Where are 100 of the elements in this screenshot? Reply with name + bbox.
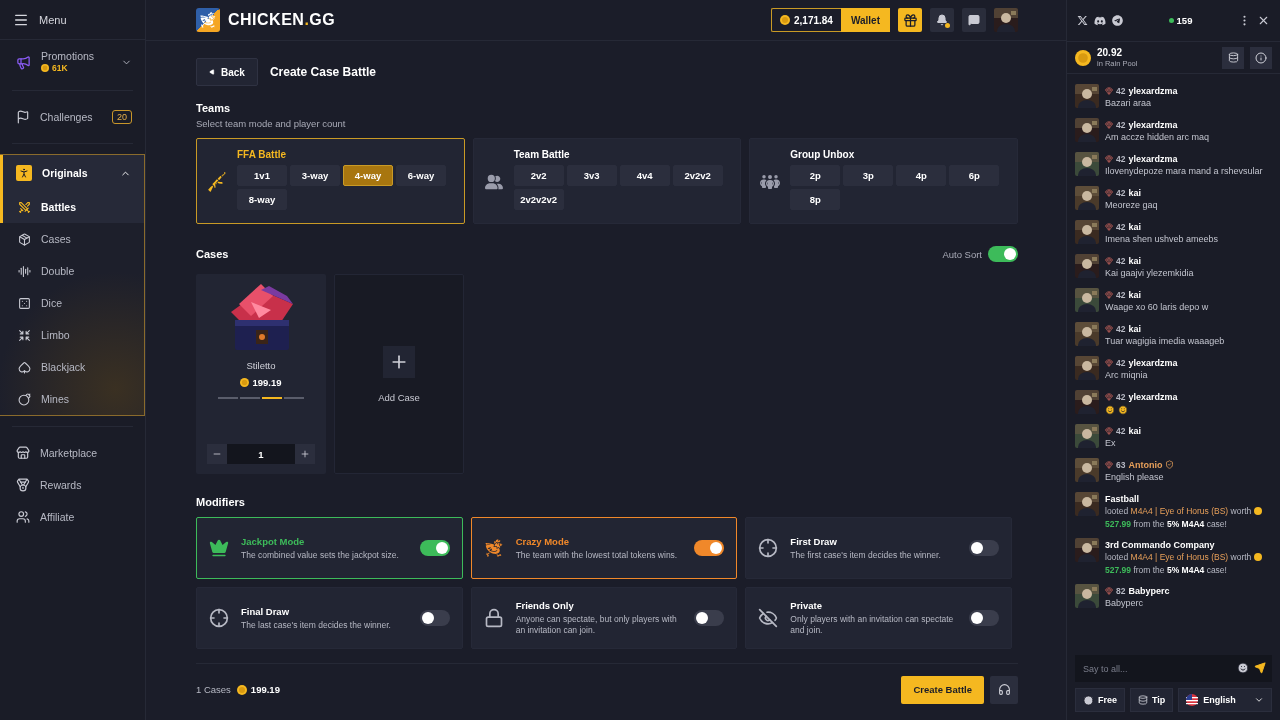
option-button[interactable]: 8-way — [237, 189, 287, 210]
user-name[interactable]: Fastball — [1105, 493, 1139, 504]
gift-button[interactable] — [898, 8, 922, 32]
option-button[interactable]: 4p — [896, 165, 947, 186]
notifications-button[interactable] — [930, 8, 954, 32]
emoji-icon[interactable] — [1237, 662, 1249, 674]
user-name[interactable]: kai — [1128, 323, 1141, 334]
crosshair-icon — [758, 538, 779, 558]
group-icon — [760, 172, 781, 192]
user-name[interactable]: Antonio — [1128, 459, 1163, 470]
close-icon[interactable] — [1257, 14, 1270, 27]
toggle-switch[interactable] — [694, 610, 725, 626]
user-name[interactable]: ylexardzma — [1128, 153, 1178, 164]
section-title: Teams — [196, 102, 232, 114]
user-name[interactable]: ylexardzma — [1128, 119, 1178, 130]
sidebar-item[interactable]: Promotions 61K — [0, 44, 145, 80]
user-name[interactable]: ylexardzma — [1128, 391, 1178, 402]
x-logo-icon[interactable] — [1077, 15, 1088, 26]
sidebar-item[interactable]: Challenges 20 — [0, 101, 145, 133]
caret-left-icon — [209, 69, 215, 75]
sidebar-item[interactable]: Marketplace — [0, 437, 145, 469]
sidebar-item[interactable]: Originals — [0, 155, 144, 191]
spade-icon — [18, 360, 31, 374]
rank-gem-icon — [1105, 222, 1113, 231]
option-button[interactable]: 3p — [843, 165, 894, 186]
send-icon[interactable] — [1254, 662, 1266, 674]
toggle-switch[interactable] — [969, 610, 999, 626]
option-button[interactable]: 1v1 — [237, 165, 287, 186]
option-button[interactable]: 4-way — [343, 165, 393, 186]
user-name[interactable]: kai — [1128, 425, 1141, 436]
increase-button[interactable] — [295, 444, 315, 464]
option-button[interactable]: 3-way — [290, 165, 340, 186]
mode-card[interactable]: Group Unbox 2p 3p 4p 6p 8p — [749, 138, 1018, 224]
option-button[interactable]: 3v3 — [566, 165, 617, 186]
add-case-button[interactable]: Add Case — [334, 274, 464, 474]
message-text: Imena shen ushveb ameebs — [1105, 233, 1219, 246]
option-button[interactable]: 2v2 — [513, 165, 564, 186]
option-button[interactable]: 4v4 — [619, 165, 670, 186]
user-name[interactable]: kai — [1128, 187, 1141, 198]
sidebar-item[interactable]: Mines — [0, 383, 144, 415]
modifier-description: The combined value sets the jackpot size. — [241, 549, 400, 561]
sidebar-item[interactable]: Dice — [0, 287, 144, 319]
rank-number: 42 — [1116, 221, 1126, 232]
option-button[interactable]: 2v2v2v2 — [513, 189, 564, 210]
coins-icon — [1227, 52, 1239, 63]
option-button[interactable]: 2v2v2 — [672, 165, 723, 186]
modifier-title: Private — [790, 600, 823, 611]
language-select[interactable]: English — [1178, 688, 1272, 712]
sidebar-item[interactable]: Battles — [0, 191, 144, 223]
brand-name: CHICKEN.GG — [228, 11, 336, 29]
user-name[interactable]: Babyperc — [1128, 585, 1170, 596]
rank-number: 42 — [1116, 425, 1126, 436]
support-button[interactable] — [990, 675, 1018, 704]
sidebar-item[interactable]: Affiliate — [0, 501, 145, 533]
info-button[interactable] — [1250, 46, 1272, 69]
modifier-description: The last case's item decides the winner. — [241, 619, 392, 631]
quantity-field[interactable]: 1 — [227, 444, 295, 464]
tip-button[interactable]: Tip — [1130, 688, 1174, 712]
toggle-switch[interactable] — [694, 540, 725, 556]
option-button[interactable]: 8p — [790, 189, 841, 210]
toggle-switch[interactable] — [988, 246, 1018, 262]
rank-gem-icon — [1105, 586, 1113, 595]
user-name[interactable]: ylexardzma — [1128, 357, 1178, 368]
user-name[interactable]: ylexardzma — [1128, 85, 1178, 96]
user-name[interactable]: kai — [1128, 289, 1141, 300]
discord-icon[interactable] — [1094, 14, 1106, 27]
back-button[interactable]: Back — [196, 58, 258, 86]
bars-icon — [18, 264, 31, 278]
wallet-button[interactable]: Wallet — [840, 8, 890, 32]
user-name[interactable]: 3rd Commando Company — [1105, 539, 1215, 550]
message-text: Babyperc — [1105, 597, 1145, 610]
telegram-icon[interactable] — [1112, 15, 1123, 26]
rank-gem-icon — [1105, 426, 1113, 435]
option-button[interactable]: 2p — [790, 165, 841, 186]
clock-icon — [1083, 694, 1094, 706]
sidebar-item[interactable]: Blackjack — [0, 351, 144, 383]
sidebar-item[interactable]: Cases — [0, 223, 144, 255]
coins-button[interactable] — [1222, 46, 1244, 69]
message-text: Bazari araa — [1105, 97, 1153, 110]
toggle-switch[interactable] — [969, 540, 999, 556]
message-text: Ex — [1105, 437, 1117, 450]
modifier-title: First Draw — [790, 535, 838, 547]
create-battle-button[interactable]: Create Battle — [901, 675, 984, 704]
sidebar-item[interactable]: Double — [0, 255, 144, 287]
chat-button[interactable] — [962, 8, 986, 32]
user-name[interactable]: kai — [1128, 221, 1141, 232]
toggle-switch[interactable] — [419, 610, 450, 626]
toggle-switch[interactable] — [419, 540, 450, 556]
chat-input[interactable]: Say to all... — [1075, 655, 1272, 682]
decrease-button[interactable] — [207, 444, 227, 464]
free-button[interactable]: Free — [1075, 688, 1125, 712]
sidebar-item[interactable]: Limbo — [0, 319, 144, 351]
sidebar-item[interactable]: Rewards — [0, 469, 145, 501]
online-count: 159 — [1168, 15, 1193, 26]
menu-button[interactable]: Menu — [0, 0, 145, 40]
mode-card[interactable]: FFA Battle 1v1 3-way 4-way 6-way 8-way — [196, 138, 465, 224]
option-button[interactable]: 6p — [949, 165, 1000, 186]
option-button[interactable]: 6-way — [396, 165, 446, 186]
mode-card[interactable]: Team Battle 2v2 3v3 4v4 2v2v2 2v2v2v2 — [472, 138, 742, 224]
user-name[interactable]: kai — [1128, 255, 1141, 266]
